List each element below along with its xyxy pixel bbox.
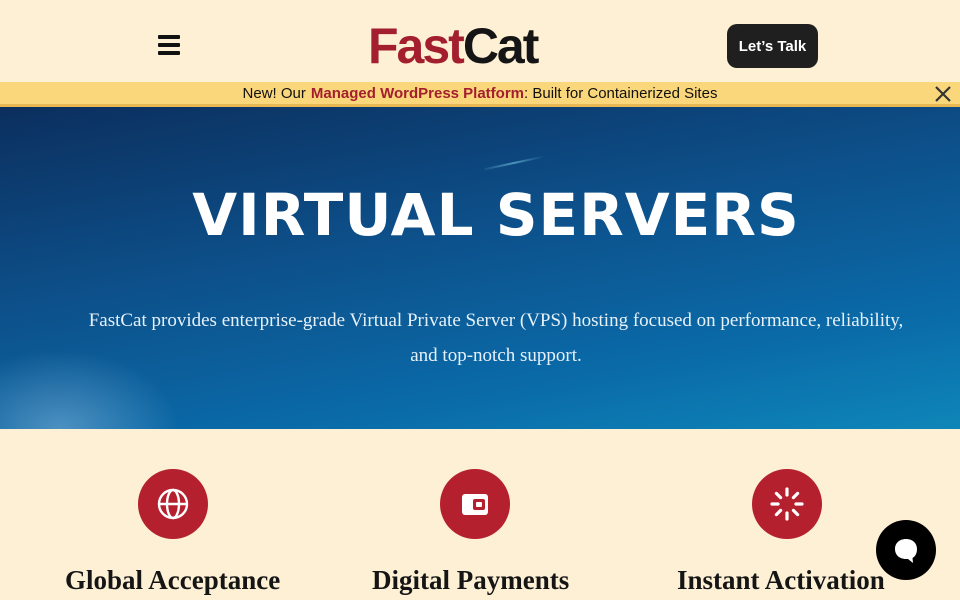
site-header: FastCat Let’s Talk [0,0,960,82]
announcement-suffix: : Built for Containerized Sites [524,84,718,102]
feature-title: Global Acceptance [65,565,281,595]
logo-text-fast: Fast [368,18,465,74]
announcement-link[interactable]: Managed WordPress Platform [311,85,524,102]
decorative-streak [484,155,544,171]
lets-talk-button[interactable]: Let’s Talk [727,24,818,68]
site-logo[interactable]: FastCat [368,16,540,76]
wallet-icon [440,469,510,539]
feature-title: Instant Activation [677,565,885,595]
page-title: VIRTUAL SERVERS [192,181,800,249]
announcement-bar: New! Our Managed WordPress Platform : Bu… [0,82,960,107]
loading-spinner-icon [752,469,822,539]
features-section: Global Acceptance Digital Payments Insta… [0,429,960,600]
globe-icon [138,469,208,539]
hamburger-menu-icon[interactable] [158,35,182,57]
hero-description: FastCat provides enterprise-grade Virtua… [88,310,904,366]
announcement-prefix: New! Our [242,84,306,102]
logo-text-cat: Cat [462,18,540,74]
hero-banner: VIRTUAL SERVERS FastCat provides enterpr… [0,107,960,429]
chat-bubble-icon[interactable] [876,520,936,580]
close-icon[interactable] [932,83,954,105]
feature-title: Digital Payments [372,565,570,595]
